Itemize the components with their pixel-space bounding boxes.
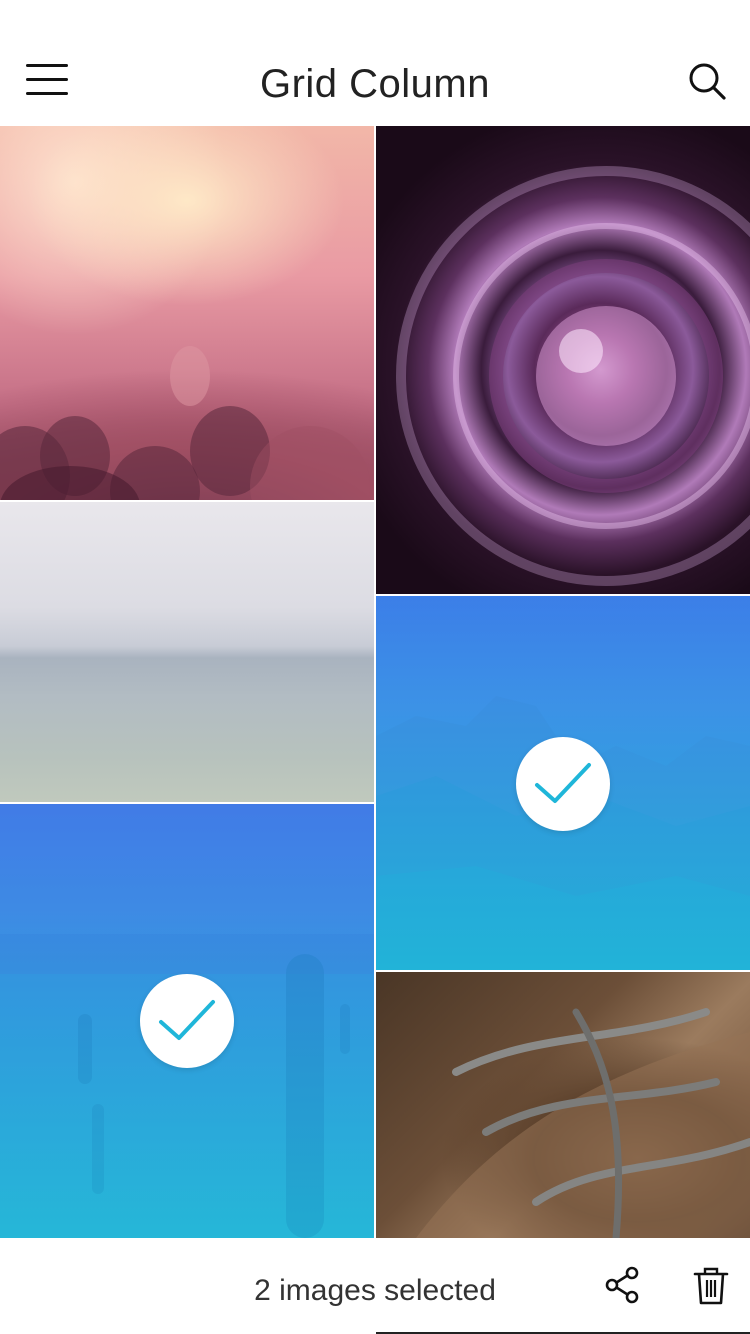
- sea-horizon-photo: [0, 502, 374, 802]
- selected-check-icon[interactable]: [140, 974, 234, 1068]
- selection-toolbar: 2 images selected: [0, 1238, 750, 1334]
- selected-check-icon[interactable]: [516, 737, 610, 831]
- photo-tile-desert[interactable]: [0, 804, 374, 1238]
- concert-photo: [0, 126, 374, 500]
- search-icon[interactable]: [686, 60, 730, 104]
- share-icon[interactable]: [603, 1266, 641, 1304]
- photo-tile-concert[interactable]: [0, 126, 374, 500]
- page-title: Grid Column: [259, 62, 490, 106]
- leather-shoe-photo: [376, 972, 750, 1238]
- photo-tile-shoe[interactable]: [376, 972, 750, 1238]
- photo-tile-mountains[interactable]: [376, 596, 750, 970]
- photo-tile-lens[interactable]: [376, 126, 750, 594]
- camera-lens-photo: [376, 126, 750, 594]
- photo-tile-sea[interactable]: [0, 502, 374, 802]
- app-header: Grid Column: [0, 0, 750, 126]
- trash-icon[interactable]: [692, 1266, 730, 1306]
